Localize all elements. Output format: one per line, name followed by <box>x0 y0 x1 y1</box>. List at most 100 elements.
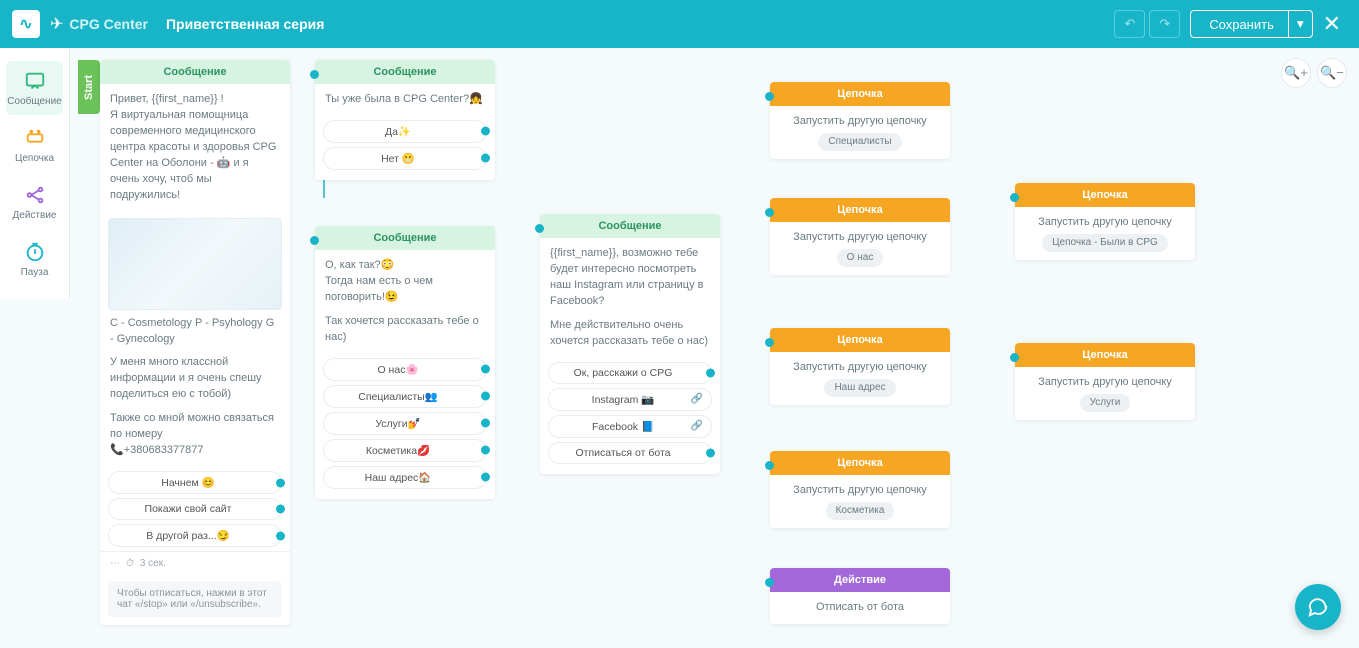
node-text: Мне действительно очень хочется рассказа… <box>540 318 720 358</box>
node-chain-specialists[interactable]: Цепочка Запустить другую цепочку Специал… <box>770 82 950 159</box>
connector-out[interactable] <box>481 419 490 428</box>
image-placeholder <box>108 218 282 310</box>
node-header: Цепочка <box>770 328 950 352</box>
connector-out[interactable] <box>276 505 285 514</box>
option-button[interactable]: Наш адрес🏠 <box>323 466 487 489</box>
connector-in[interactable] <box>310 70 319 79</box>
chain-run-label: Запустить другую цепочку <box>780 114 940 130</box>
connector-out[interactable] <box>276 531 285 540</box>
node-chain-address[interactable]: Цепочка Запустить другую цепочку Наш адр… <box>770 328 950 405</box>
save-dropdown-button[interactable]: ▾ <box>1289 11 1312 37</box>
node-header: Цепочка <box>770 82 950 106</box>
chain-body: Запустить другую цепочку Специалисты <box>770 106 950 159</box>
save-button[interactable]: Сохранить <box>1195 11 1289 37</box>
sidebar-label: Пауза <box>21 267 49 278</box>
unsubscribe-note: Чтобы отписаться, нажми в этот чат «/sto… <box>108 581 282 617</box>
node-header: Сообщение <box>315 226 495 250</box>
sidebar-item-action[interactable]: Действие <box>6 175 63 229</box>
more-icon[interactable]: ⋯ <box>110 558 120 569</box>
header-app-name: CPG Center <box>69 16 148 32</box>
connector-in[interactable] <box>765 338 774 347</box>
sidebar-label: Сообщение <box>7 96 61 107</box>
option-button[interactable]: Отписаться от бота <box>548 442 712 464</box>
option-button[interactable]: Услуги💅 <box>323 412 487 435</box>
chain-run-label: Запустить другую цепочку <box>780 360 940 376</box>
node-chain-about[interactable]: Цепочка Запустить другую цепочку О нас <box>770 198 950 275</box>
action-label: Отписать от бота <box>770 592 950 624</box>
connector-out[interactable] <box>706 368 715 377</box>
node-action-unsubscribe[interactable]: Действие Отписать от бота <box>770 568 950 624</box>
option-button[interactable]: Нет 😬 <box>323 147 487 170</box>
connector-in[interactable] <box>765 461 774 470</box>
undo-button[interactable]: ↶ <box>1114 10 1145 38</box>
option-label: Ок, расскажи о CPG <box>574 367 673 379</box>
connector-out[interactable] <box>481 365 490 374</box>
node-message-tell[interactable]: Сообщение О, как так?😳 Тогда нам есть о … <box>315 226 495 499</box>
sidebar-item-pause[interactable]: Пауза <box>6 232 63 286</box>
chain-body: Запустить другую цепочку Услуги <box>1015 367 1195 420</box>
connector-out[interactable] <box>481 392 490 401</box>
option-button[interactable]: Instagram 📷 🔗 <box>548 388 712 411</box>
link-icon: 🔗 <box>691 394 703 405</box>
option-button[interactable]: Ок, расскажи о CPG <box>548 362 712 384</box>
node-chain-visited[interactable]: Цепочка Запустить другую цепочку Цепочка… <box>1015 183 1195 260</box>
node-header: Цепочка <box>770 451 950 475</box>
node-header: Цепочка <box>770 198 950 222</box>
connector-out[interactable] <box>706 448 715 457</box>
connector-out[interactable] <box>481 154 490 163</box>
connector-in[interactable] <box>535 224 544 233</box>
chain-tag: Наш адрес <box>824 379 895 398</box>
flow-canvas[interactable]: Start Сообщение Привет, {{first_name}} !… <box>70 48 1359 648</box>
option-button[interactable]: Начнем 😊 <box>108 471 282 494</box>
node-chain-cosmetics[interactable]: Цепочка Запустить другую цепочку Космети… <box>770 451 950 528</box>
close-button[interactable]: ✕ <box>1317 11 1347 37</box>
option-button[interactable]: О нас🌸 <box>323 358 487 381</box>
connector-in[interactable] <box>765 208 774 217</box>
option-button[interactable]: Facebook 📘🔗 <box>548 415 712 438</box>
chain-run-label: Запустить другую цепочку <box>780 230 940 246</box>
option-button[interactable]: Специалисты👥 <box>323 385 487 408</box>
node-header: Сообщение <box>100 60 290 84</box>
node-text: Привет, {{first_name}} ! Я виртуальная п… <box>100 84 290 212</box>
sidebar-item-message[interactable]: Сообщение <box>6 61 63 115</box>
sidebar-item-chain[interactable]: Цепочка <box>6 118 63 172</box>
node-message-social[interactable]: Сообщение {{first_name}}, возможно тебе … <box>540 214 720 474</box>
node-footer: ⋯ ⏱ 3 сек. <box>100 551 290 575</box>
sidebar-label: Цепочка <box>15 153 54 164</box>
node-text: C - Cosmetology P - Psyhology G - Gyneco… <box>100 316 290 356</box>
chain-tag: Специалисты <box>818 133 901 152</box>
option-label: Отписаться от бота <box>575 447 670 459</box>
connector-out[interactable] <box>481 127 490 136</box>
option-label: Покажи свой сайт <box>145 503 232 515</box>
node-text: Так хочется рассказать тебе о нас) <box>315 314 495 354</box>
option-button[interactable]: Да✨ <box>323 120 487 143</box>
zoom-in-button[interactable]: 🔍+ <box>1281 58 1311 88</box>
node-chain-services[interactable]: Цепочка Запустить другую цепочку Услуги <box>1015 343 1195 420</box>
option-button[interactable]: В другой раз...😏 <box>108 524 282 547</box>
connector-in[interactable] <box>1010 353 1019 362</box>
zoom-out-button[interactable]: 🔍− <box>1317 58 1347 88</box>
connector-out[interactable] <box>276 478 285 487</box>
option-button[interactable]: Покажи свой сайт <box>108 498 282 520</box>
option-button[interactable]: Косметика💋 <box>323 439 487 462</box>
connector-in[interactable] <box>310 236 319 245</box>
connector-in[interactable] <box>765 92 774 101</box>
chain-tag: Цепочка - Были в CPG <box>1042 234 1168 253</box>
sidebar-label: Действие <box>13 210 57 221</box>
chat-icon <box>1307 596 1329 618</box>
option-label: Instagram 📷 <box>592 394 655 406</box>
save-button-group: Сохранить ▾ <box>1190 10 1312 38</box>
chat-fab[interactable] <box>1295 584 1341 630</box>
chain-run-label: Запустить другую цепочку <box>1025 215 1185 231</box>
connector-out[interactable] <box>481 473 490 482</box>
connector-in[interactable] <box>765 578 774 587</box>
node-message-welcome[interactable]: Сообщение Привет, {{first_name}} ! Я вир… <box>100 60 290 625</box>
connector-in[interactable] <box>1010 193 1019 202</box>
node-header: Действие <box>770 568 950 592</box>
option-label: Начнем 😊 <box>161 477 215 489</box>
node-message-visited[interactable]: Сообщение Ты уже была в CPG Center?👧 Да✨… <box>315 60 495 180</box>
redo-button[interactable]: ↷ <box>1149 10 1180 38</box>
connector-out[interactable] <box>481 446 490 455</box>
start-tab[interactable]: Start <box>78 60 100 114</box>
app-header: ∿ ✈ CPG Center Приветственная серия ↶ ↷ … <box>0 0 1359 48</box>
